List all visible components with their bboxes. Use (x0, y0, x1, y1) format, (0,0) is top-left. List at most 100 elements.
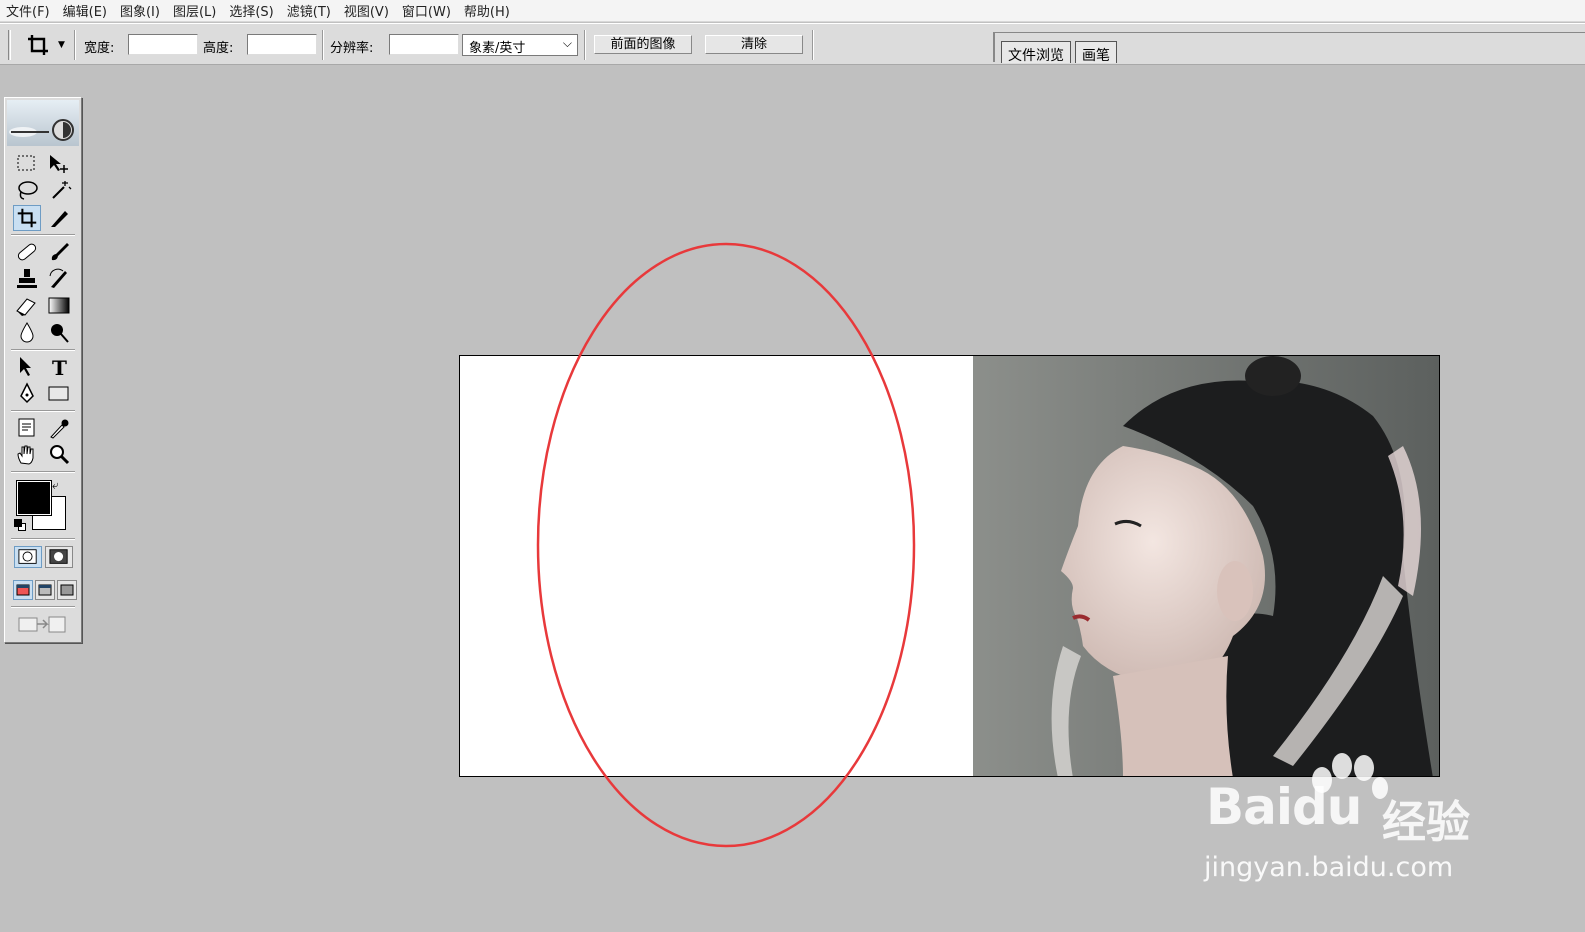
watermark-brand: Baidu (1206, 778, 1362, 836)
slice-knife-icon (51, 211, 68, 227)
resolution-unit-select[interactable]: 象素/英寸 ⌵ (462, 34, 578, 56)
menu-window[interactable]: 窗口(W) (402, 1, 451, 20)
lasso-icon (18, 181, 38, 200)
history-brush-icon (49, 268, 67, 288)
photo-image (973, 356, 1439, 776)
history-brush-tool[interactable] (45, 266, 73, 292)
swap-colors-icon[interactable]: ⤶ (52, 478, 59, 493)
note-icon (18, 418, 35, 437)
full-screen-mode-button[interactable] (57, 580, 77, 600)
menu-file[interactable]: 文件(F) (6, 1, 50, 20)
divider (11, 234, 75, 236)
window-icon (16, 584, 30, 596)
watermark-jingyan: 经验 (1382, 797, 1470, 848)
portrait-illustration (973, 356, 1439, 776)
chevron-down-icon: ⌵ (562, 36, 572, 50)
menu-image[interactable]: 图象(I) (120, 1, 160, 20)
pen-nib-icon (20, 382, 34, 404)
menu-help[interactable]: 帮助(H) (464, 1, 510, 20)
type-t-icon: T (52, 356, 67, 380)
hand-icon (17, 445, 34, 465)
window-icon (38, 584, 52, 596)
brush-icon (51, 243, 69, 261)
pen-tool[interactable] (13, 381, 41, 407)
options-bar-grip[interactable] (8, 30, 11, 60)
blur-tool[interactable] (13, 320, 41, 346)
resolution-field[interactable] (389, 34, 459, 55)
hand-tool[interactable] (13, 442, 41, 468)
droplet-icon (20, 322, 34, 343)
magic-wand-tool[interactable] (45, 178, 73, 204)
dodge-icon (51, 324, 69, 343)
menu-layer[interactable]: 图层(L) (173, 1, 216, 20)
watermark-url: jingyan.baidu.com (1204, 852, 1454, 883)
width-field[interactable] (128, 34, 198, 55)
menu-filter[interactable]: 滤镜(T) (287, 1, 331, 20)
eraser-icon (16, 298, 36, 316)
gradient-tool[interactable] (45, 293, 73, 319)
path-selection-tool[interactable] (13, 354, 41, 380)
jump-to-imageready-icon (18, 616, 66, 633)
divider (812, 30, 814, 60)
full-screen-menu-mode-button[interactable] (35, 580, 55, 600)
brush-tool[interactable] (45, 239, 73, 265)
divider (74, 30, 76, 60)
gradient-icon (48, 297, 70, 314)
divider (322, 30, 324, 60)
menu-bar: 文件(F) 编辑(E) 图象(I) 图层(L) 选择(S) 滤镜(T) 视图(V… (0, 0, 1585, 22)
eraser-tool[interactable] (13, 293, 41, 319)
bandage-icon (17, 243, 37, 261)
divider (11, 410, 75, 412)
jump-to-imageready-button[interactable] (15, 612, 71, 636)
clone-stamp-tool[interactable] (13, 266, 41, 292)
quick-mask-mode-button[interactable] (45, 546, 73, 568)
move-tool[interactable] (45, 151, 73, 177)
lasso-tool[interactable] (13, 178, 41, 204)
foreground-color-swatch[interactable] (16, 480, 52, 516)
rectangle-shape-tool[interactable] (45, 381, 73, 407)
notes-tool[interactable] (13, 415, 41, 441)
move-icon (50, 155, 68, 173)
magic-wand-icon (52, 181, 72, 199)
palette-well: 文件浏览 画笔 (993, 32, 1585, 64)
toolbox-header[interactable] (7, 100, 79, 146)
standard-screen-mode-button[interactable] (13, 580, 33, 600)
healing-brush-tool[interactable] (13, 239, 41, 265)
type-tool[interactable]: T (45, 354, 73, 380)
menu-view[interactable]: 视图(V) (344, 1, 389, 20)
rectangle-marquee-icon (17, 155, 35, 171)
divider (11, 606, 75, 608)
divider (11, 538, 75, 540)
marquee-tool[interactable] (13, 151, 41, 177)
crop-icon (28, 35, 48, 55)
tab-brushes[interactable]: 画笔 (1075, 41, 1117, 64)
height-label: 高度: (203, 41, 234, 56)
divider (11, 471, 75, 473)
document-canvas[interactable] (459, 355, 1440, 777)
crop-tool[interactable] (13, 205, 41, 231)
stamp-icon (17, 269, 37, 288)
menu-edit[interactable]: 编辑(E) (63, 1, 107, 20)
clear-button[interactable]: 清除 (705, 35, 803, 54)
zoom-tool[interactable] (45, 442, 73, 468)
quick-mask-icon (49, 549, 68, 564)
front-image-button[interactable]: 前面的图像 (594, 35, 692, 54)
chevron-down-icon: ▼ (58, 40, 65, 50)
toolbox: T ⤶ (4, 97, 82, 643)
divider (584, 30, 586, 60)
standard-mode-icon (18, 549, 37, 564)
menu-select[interactable]: 选择(S) (229, 1, 273, 20)
crop-tool-preset-picker[interactable]: ▼ (26, 33, 65, 57)
tab-file-browser[interactable]: 文件浏览 (1001, 41, 1071, 64)
resolution-unit-value: 象素/英寸 (469, 41, 526, 56)
height-field[interactable] (247, 34, 317, 55)
dodge-tool[interactable] (45, 320, 73, 346)
standard-mode-button[interactable] (14, 546, 42, 568)
adobe-online-icon (9, 119, 74, 141)
slice-tool[interactable] (45, 205, 73, 231)
eyedropper-tool[interactable] (45, 415, 73, 441)
crop-icon (17, 208, 37, 228)
window-icon (60, 584, 74, 596)
default-colors-icon[interactable] (14, 519, 26, 531)
rectangle-shape-icon (48, 386, 69, 401)
